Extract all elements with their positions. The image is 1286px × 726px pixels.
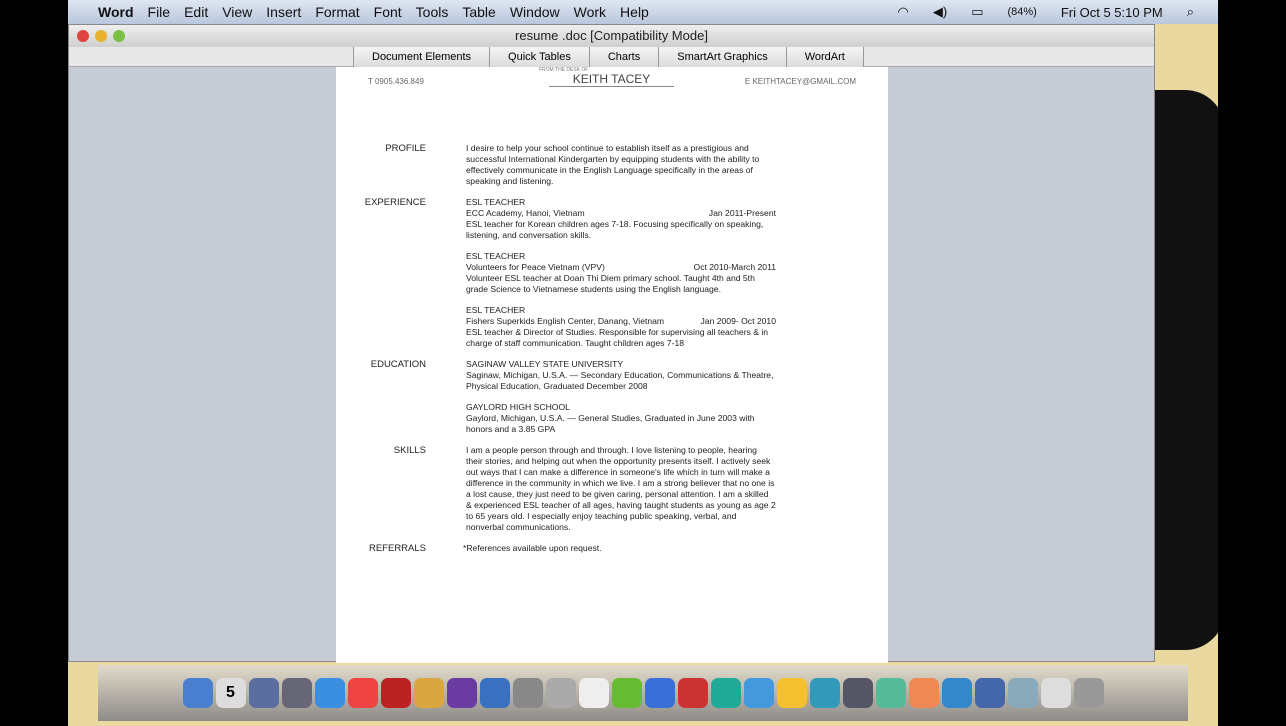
phone: T 0905.436.849 [368,77,424,86]
experience-job: ESL TEACHER ECC Academy, Hanoi, Vietnam J… [466,197,776,241]
school-desc: Gaylord, Michigan, U.S.A. — General Stud… [466,413,755,434]
dock-app-icon[interactable] [809,678,840,708]
job-dates: Oct 2010-March 2011 [693,262,776,272]
dock-app-icon[interactable] [875,678,906,708]
clock[interactable]: Fri Oct 5 5:10 PM [1061,5,1163,20]
dock-app-icon[interactable] [776,678,807,708]
menu-format[interactable]: Format [315,4,359,20]
dock-app-icon[interactable] [1007,678,1038,708]
battery-percent: (84%) [1007,6,1037,18]
dock-app-icon[interactable] [644,678,675,708]
menu-font[interactable]: Font [374,4,402,20]
dock-app-icon[interactable] [446,678,477,708]
dock-app-icon[interactable] [314,678,345,708]
elements-gallery: Document Elements Quick Tables Charts Sm… [69,47,1154,67]
dock-app-icon[interactable] [842,678,873,708]
referrals-text: *References available upon request. [463,543,602,553]
email: E KEITHTACEY@GMAIL.COM [744,77,856,86]
name-heading: KEITH TACEY [549,72,674,87]
status-area: ◠ ◀) ▭ (84%) Fri Oct 5 5:10 PM ⌕ [898,0,1208,24]
section-referrals: REFERRALS [368,543,426,554]
dock-app-icon[interactable] [545,678,576,708]
dock-app-icon[interactable]: 5 [215,678,246,708]
education-item: SAGINAW VALLEY STATE UNIVERSITY Saginaw,… [466,359,776,392]
job-org: Fishers Superkids English Center, Danang… [466,316,665,326]
menu-file[interactable]: File [148,4,171,20]
menu-window[interactable]: Window [510,4,560,20]
dock-app-icon[interactable] [743,678,774,708]
section-experience: EXPERIENCE [364,197,426,208]
job-title: ESL TEACHER [466,197,526,207]
dock: 5 [98,665,1188,721]
word-window: resume .doc [Compatibility Mode] Documen… [68,24,1155,663]
dock-app-icon[interactable] [1073,678,1104,708]
window-title: resume .doc [Compatibility Mode] [515,28,708,43]
job-desc: Volunteer ESL teacher at Doan Thi Diem p… [466,273,755,294]
desktop-wallpaper [1155,90,1218,650]
dock-app-icon[interactable] [248,678,279,708]
wifi-icon[interactable]: ◠ [898,4,909,20]
section-education: EDUCATION [370,359,426,370]
section-skills: SKILLS [393,445,426,456]
education-item: GAYLORD HIGH SCHOOL Gaylord, Michigan, U… [466,402,776,435]
dock-app-icon[interactable] [710,678,741,708]
dock-app-icon[interactable] [974,678,1005,708]
dock-app-icon[interactable] [347,678,378,708]
job-title: ESL TEACHER [466,251,526,261]
tab-wordart[interactable]: WordArt [785,47,864,67]
dock-app-icon[interactable] [578,678,609,708]
dock-app-icon[interactable] [281,678,312,708]
minimize-button[interactable] [95,30,107,42]
school-desc: Saginaw, Michigan, U.S.A. — Secondary Ed… [466,370,774,391]
job-dates: Jan 2009- Oct 2010 [700,316,777,326]
school-name: SAGINAW VALLEY STATE UNIVERSITY [466,359,624,369]
school-name: GAYLORD HIGH SCHOOL [466,402,570,412]
profile-text: I desire to help your school continue to… [466,143,760,186]
close-button[interactable] [77,30,89,42]
screen: Word File Edit View Insert Format Font T… [68,0,1218,726]
title-bar: resume .doc [Compatibility Mode] [69,25,1154,47]
dock-app-icon[interactable] [611,678,642,708]
dock-app-icon[interactable] [677,678,708,708]
tab-document-elements[interactable]: Document Elements [353,47,491,67]
dock-app-icon[interactable] [413,678,444,708]
tab-smartart-graphics[interactable]: SmartArt Graphics [658,47,787,67]
dock-app-icon[interactable] [512,678,543,708]
dock-app-icon[interactable] [182,678,213,708]
menu-help[interactable]: Help [620,4,649,20]
tab-charts[interactable]: Charts [588,47,660,67]
battery-icon[interactable]: ▭ [971,4,983,20]
dock-app-icon[interactable] [479,678,510,708]
experience-job: ESL TEACHER Fishers Superkids English Ce… [466,305,776,349]
menu-tools[interactable]: Tools [416,4,449,20]
menu-work[interactable]: Work [574,4,606,20]
dock-app-icon[interactable] [941,678,972,708]
section-profile: PROFILE [385,143,426,154]
dock-app-icon[interactable] [1040,678,1071,708]
dock-app-icon[interactable] [908,678,939,708]
volume-icon[interactable]: ◀) [933,4,947,20]
menu-table[interactable]: Table [462,4,495,20]
tab-quick-tables[interactable]: Quick Tables [489,47,590,67]
zoom-button[interactable] [113,30,125,42]
job-desc: ESL teacher & Director of Studies. Respo… [466,327,769,348]
dock-app-icon[interactable] [380,678,411,708]
menu-app[interactable]: Word [98,4,134,20]
job-org: Volunteers for Peace Vietnam (VPV) [466,262,605,272]
job-title: ESL TEACHER [466,305,526,315]
menu-insert[interactable]: Insert [266,4,301,20]
menu-bar: Word File Edit View Insert Format Font T… [68,0,1218,24]
menu-edit[interactable]: Edit [184,4,208,20]
job-org: ECC Academy, Hanoi, Vietnam [466,208,585,218]
menu-view[interactable]: View [222,4,252,20]
document-page[interactable]: T 0905.436.849 FROM THE DESK OF KEITH TA… [336,67,888,663]
job-dates: Jan 2011-Present [708,208,776,218]
experience-job: ESL TEACHER Volunteers for Peace Vietnam… [466,251,776,295]
spotlight-search-icon[interactable]: ⌕ [1187,4,1194,20]
job-desc: ESL teacher for Korean children ages 7-1… [466,219,764,240]
skills-text: I am a people person through and through… [466,445,776,532]
